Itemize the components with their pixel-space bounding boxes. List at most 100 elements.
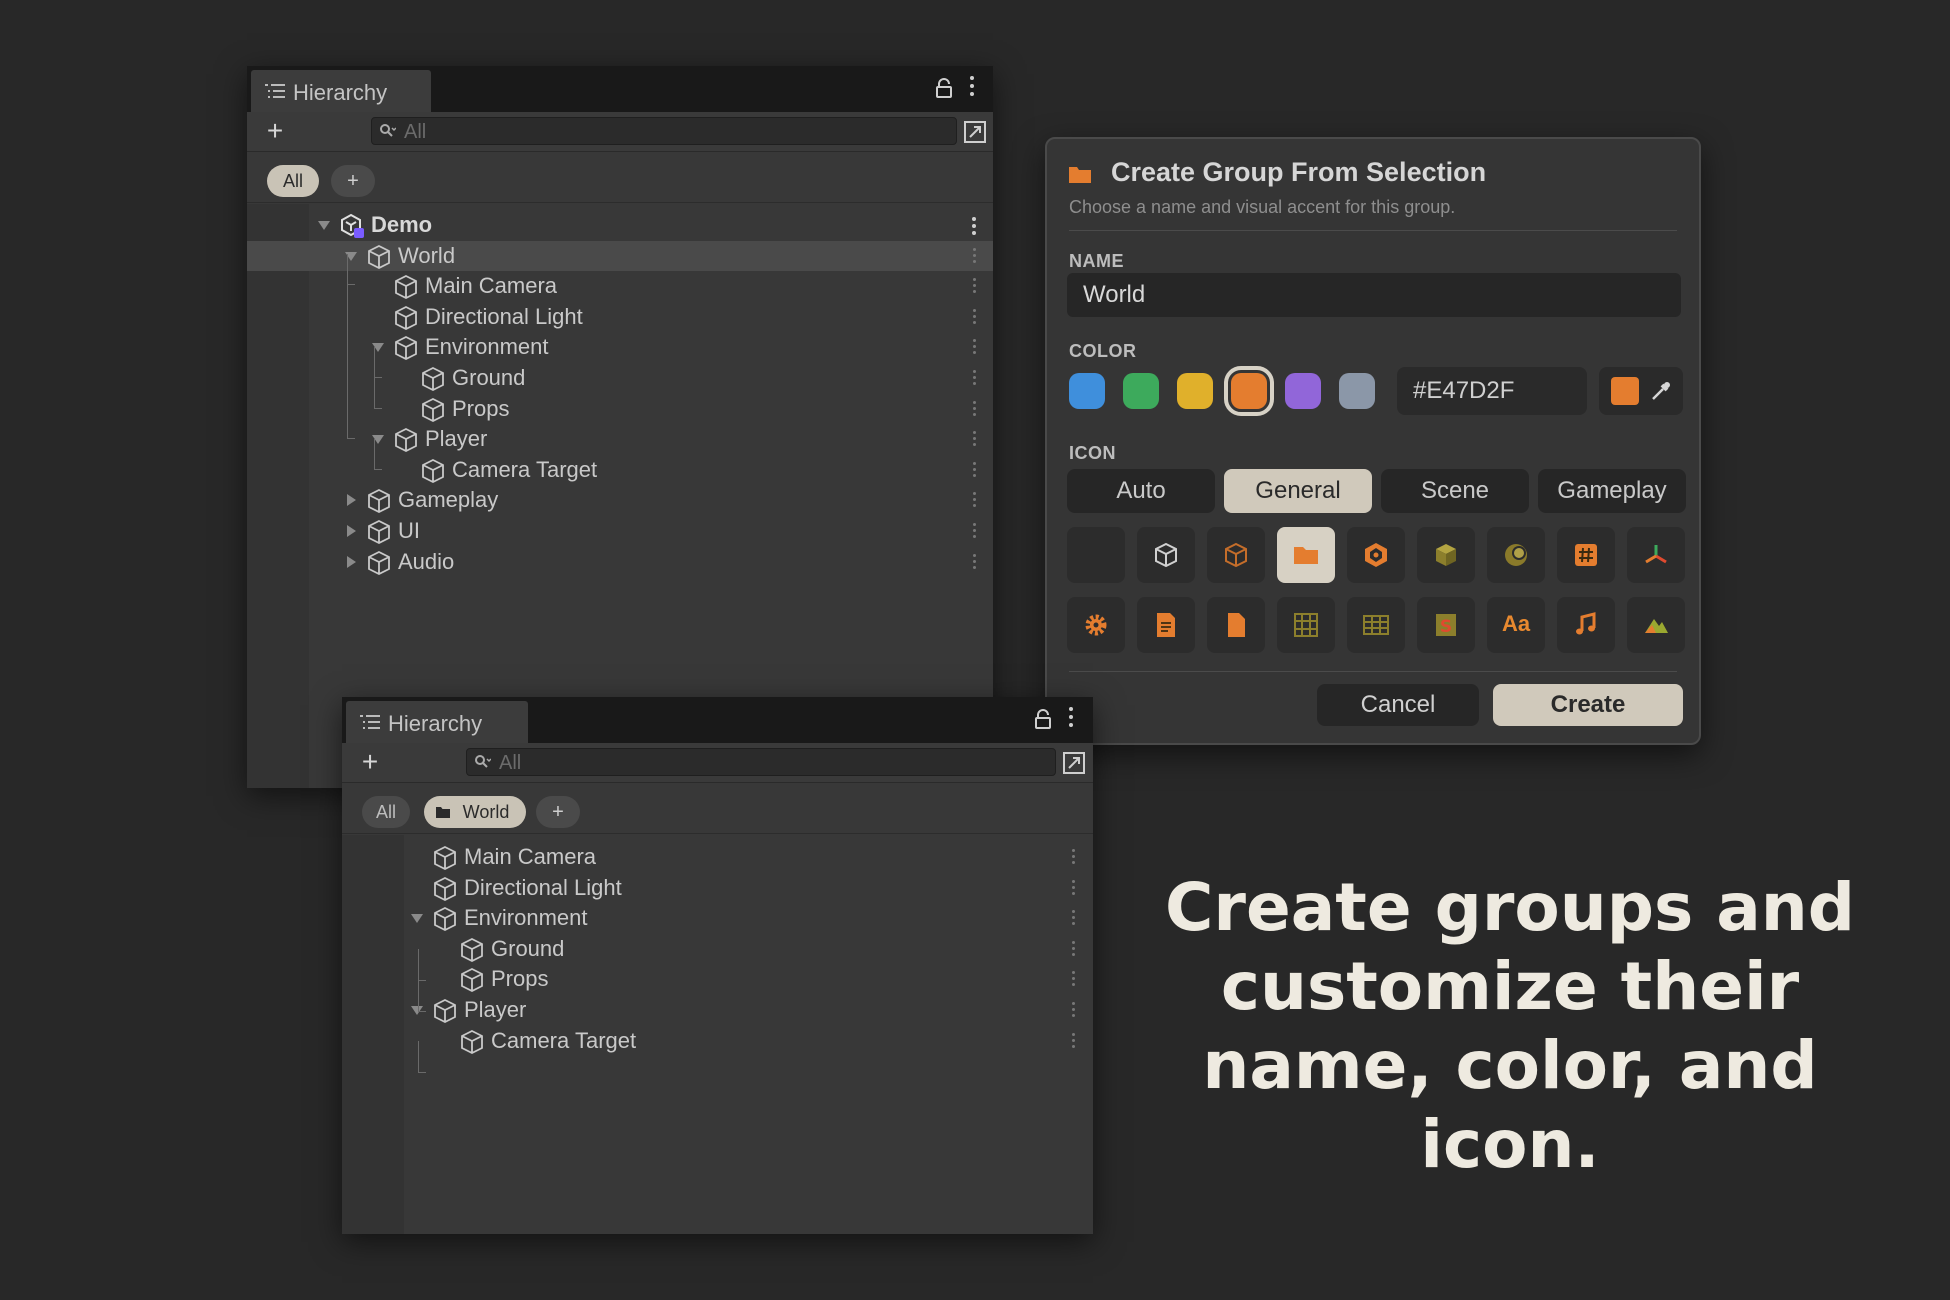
icon-option-table[interactable] bbox=[1347, 597, 1405, 653]
row-menu-icon[interactable] bbox=[1070, 879, 1076, 898]
unity-scene-icon bbox=[341, 213, 364, 238]
tree-row[interactable]: Ground bbox=[247, 363, 993, 393]
icon-option-music[interactable] bbox=[1557, 597, 1615, 653]
row-menu-icon[interactable] bbox=[971, 492, 977, 510]
icon-option-package[interactable] bbox=[1417, 527, 1475, 583]
color-picker[interactable] bbox=[1599, 367, 1683, 415]
add-button[interactable]: + bbox=[257, 117, 293, 146]
icon-option-folder[interactable] bbox=[1277, 527, 1335, 583]
expand-arrow-down-icon[interactable] bbox=[410, 911, 424, 925]
icon-option-cube-orange[interactable] bbox=[1207, 527, 1265, 583]
row-menu-icon[interactable] bbox=[1070, 940, 1076, 959]
search-field[interactable]: All bbox=[466, 748, 1056, 776]
row-menu-icon[interactable] bbox=[1070, 910, 1076, 928]
scene-visibility-icon[interactable] bbox=[1062, 751, 1086, 775]
icon-option-document-lines[interactable] bbox=[1137, 597, 1195, 653]
tree-row[interactable]: Audio bbox=[247, 547, 993, 577]
tree-row[interactable]: Camera Target bbox=[342, 1026, 1093, 1056]
lock-icon[interactable] bbox=[1034, 709, 1052, 729]
color-label: COLOR bbox=[1069, 341, 1137, 361]
tree-row[interactable]: Player bbox=[342, 995, 1093, 1025]
scene-visibility-icon[interactable] bbox=[963, 120, 987, 144]
row-menu-icon[interactable] bbox=[971, 370, 977, 388]
tree-row[interactable]: Demo bbox=[247, 210, 993, 240]
tab-hierarchy[interactable]: Hierarchy bbox=[251, 70, 431, 112]
row-menu-icon[interactable] bbox=[971, 339, 977, 357]
color-swatch[interactable] bbox=[1123, 373, 1159, 409]
color-swatch[interactable] bbox=[1177, 373, 1213, 409]
expand-arrow-down-icon[interactable] bbox=[317, 218, 331, 232]
tree-row[interactable]: Main Camera bbox=[342, 842, 1093, 872]
row-menu-icon[interactable] bbox=[971, 461, 977, 480]
icon-option-hash[interactable] bbox=[1557, 527, 1615, 583]
tree-row[interactable]: UI bbox=[247, 516, 993, 546]
icon-option-gear[interactable] bbox=[1067, 597, 1125, 653]
lock-icon[interactable] bbox=[935, 78, 953, 98]
cancel-button[interactable]: Cancel bbox=[1317, 684, 1479, 726]
icon-option-sphere[interactable] bbox=[1487, 527, 1545, 583]
icon-tab-general[interactable]: General bbox=[1224, 469, 1372, 513]
tree-row[interactable]: Camera Target bbox=[247, 455, 993, 485]
row-menu-icon[interactable] bbox=[971, 308, 977, 327]
icon-option-grid[interactable] bbox=[1277, 597, 1335, 653]
icon-tab-gameplay[interactable]: Gameplay bbox=[1538, 469, 1686, 513]
name-input[interactable]: World bbox=[1067, 273, 1681, 317]
tree-row[interactable]: Environment bbox=[247, 332, 993, 362]
tree-row[interactable]: Props bbox=[247, 394, 993, 424]
tree-row[interactable]: World bbox=[247, 240, 993, 271]
tree-row[interactable]: Directional Light bbox=[342, 873, 1093, 903]
icon-option-none[interactable] bbox=[1067, 527, 1125, 583]
icon-option-script[interactable]: S bbox=[1417, 597, 1475, 653]
row-menu-icon[interactable] bbox=[971, 278, 977, 296]
icon-tab-auto[interactable]: Auto bbox=[1067, 469, 1215, 513]
kebab-menu-icon[interactable] bbox=[969, 76, 975, 100]
expand-arrow-down-icon[interactable] bbox=[410, 1003, 424, 1017]
tree-row[interactable]: Player bbox=[247, 424, 993, 454]
row-menu-icon[interactable] bbox=[971, 431, 977, 449]
color-swatch[interactable] bbox=[1224, 366, 1274, 416]
kebab-menu-icon[interactable] bbox=[1068, 707, 1074, 731]
color-swatch[interactable] bbox=[1069, 373, 1105, 409]
gear-icon bbox=[1085, 614, 1107, 636]
icon-tab-scene[interactable]: Scene bbox=[1381, 469, 1529, 513]
icon-option-font[interactable]: Aa bbox=[1487, 597, 1545, 653]
icon-option-unity-logo[interactable] bbox=[1347, 527, 1405, 583]
chip-all[interactable]: All bbox=[267, 165, 319, 197]
tree-row[interactable]: Ground bbox=[342, 934, 1093, 964]
row-menu-icon[interactable] bbox=[971, 217, 977, 238]
icon-option-document[interactable] bbox=[1207, 597, 1265, 653]
divider bbox=[1069, 671, 1677, 672]
chip-all[interactable]: All bbox=[362, 796, 410, 828]
expand-arrow-right-icon[interactable] bbox=[344, 524, 358, 538]
chip-add-button[interactable]: + bbox=[331, 165, 375, 197]
expand-arrow-right-icon[interactable] bbox=[344, 493, 358, 507]
color-swatch[interactable] bbox=[1339, 373, 1375, 409]
chip-world[interactable]: World bbox=[424, 796, 526, 828]
eyedropper-icon[interactable] bbox=[1649, 379, 1673, 403]
expand-arrow-right-icon[interactable] bbox=[344, 555, 358, 569]
add-button[interactable]: + bbox=[352, 748, 388, 777]
row-menu-icon[interactable] bbox=[971, 523, 977, 541]
tree-row[interactable]: Props bbox=[342, 964, 1093, 994]
icon-option-transform[interactable] bbox=[1627, 527, 1685, 583]
tree-row[interactable]: Gameplay bbox=[247, 485, 993, 515]
row-menu-icon[interactable] bbox=[1070, 849, 1076, 867]
chip-add-button[interactable]: + bbox=[536, 796, 580, 828]
row-menu-icon[interactable] bbox=[971, 247, 977, 266]
row-menu-icon[interactable] bbox=[971, 553, 977, 572]
tree-row[interactable]: Directional Light bbox=[247, 302, 993, 332]
icon-option-cube-outline[interactable] bbox=[1137, 527, 1195, 583]
tree-row[interactable]: Environment bbox=[342, 903, 1093, 933]
row-menu-icon[interactable] bbox=[1070, 971, 1076, 989]
create-button[interactable]: Create bbox=[1493, 684, 1683, 726]
row-menu-icon[interactable] bbox=[1070, 1002, 1076, 1020]
cube-icon bbox=[434, 845, 456, 871]
tree-row[interactable]: Main Camera bbox=[247, 271, 993, 301]
color-swatch[interactable] bbox=[1285, 373, 1321, 409]
row-menu-icon[interactable] bbox=[971, 400, 977, 419]
hex-color-input[interactable]: #E47D2F bbox=[1397, 367, 1587, 415]
icon-option-terrain[interactable] bbox=[1627, 597, 1685, 653]
tab-hierarchy[interactable]: Hierarchy bbox=[346, 701, 528, 743]
search-field[interactable]: All bbox=[371, 117, 957, 145]
row-menu-icon[interactable] bbox=[1070, 1032, 1076, 1051]
